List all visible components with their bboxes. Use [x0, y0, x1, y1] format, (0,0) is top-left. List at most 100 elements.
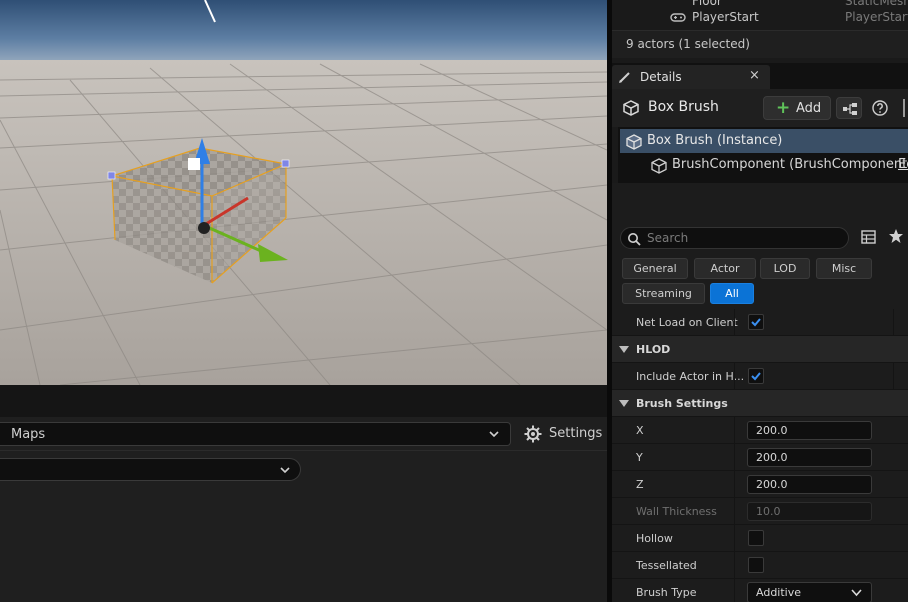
property-label: Include Actor in H...: [636, 370, 745, 383]
filter-misc[interactable]: Misc: [816, 258, 872, 279]
x-value-field[interactable]: 200.0: [747, 421, 872, 440]
outliner-row-name: Floor: [692, 0, 722, 8]
property-row-x: X 200.0: [612, 417, 908, 444]
details-body: General Actor LOD Misc Streaming All Net…: [612, 183, 908, 602]
filter-general[interactable]: General: [622, 258, 688, 279]
column-divider[interactable]: [734, 525, 735, 552]
property-row-tessellated: Tessellated: [612, 552, 908, 579]
component-tree: Box Brush (Instance) BrushComponent (Bru…: [618, 127, 908, 183]
outliner-row-type: StaticMesh: [845, 0, 908, 8]
property-label: Hollow: [636, 532, 673, 545]
hollow-checkbox[interactable]: [748, 530, 764, 546]
outliner-row-type: PlayerStart: [845, 10, 908, 24]
maps-dropdown[interactable]: Maps: [0, 422, 511, 446]
actor-count-text: 9 actors (1 selected): [626, 37, 750, 51]
viewport-bottom-bar: [0, 385, 607, 417]
column-divider: [893, 363, 894, 390]
chevron-down-icon: [851, 589, 862, 597]
more-options-icon[interactable]: [903, 99, 908, 117]
property-label: Net Load on Client: [636, 316, 738, 329]
property-label: Z: [636, 478, 644, 491]
add-component-button[interactable]: + Add: [763, 96, 831, 120]
property-row-brush-type: Brush Type Additive: [612, 579, 908, 602]
gear-icon: [524, 425, 542, 446]
property-row-y: Y 200.0: [612, 444, 908, 471]
star-icon[interactable]: [888, 228, 904, 247]
expand-arrow-icon: [619, 400, 629, 407]
tab-details-label: Details: [640, 70, 682, 84]
column-divider[interactable]: [734, 552, 735, 579]
help-icon[interactable]: [871, 99, 889, 120]
category-brush-settings[interactable]: Brush Settings: [612, 390, 908, 417]
property-label: Y: [636, 451, 643, 464]
property-row-net-load: Net Load on Client: [612, 309, 908, 336]
component-root-label: Box Brush (Instance): [647, 133, 783, 148]
divider: [0, 450, 607, 451]
property-label: Wall Thickness: [636, 505, 717, 518]
cube-icon: [623, 100, 639, 119]
property-label: X: [636, 424, 644, 437]
filter-lod[interactable]: LOD: [760, 258, 810, 279]
check-icon: [751, 318, 761, 327]
close-icon[interactable]: ×: [749, 68, 760, 83]
column-divider[interactable]: [734, 363, 735, 390]
outliner-row[interactable]: PlayerStart PlayerStart: [612, 9, 908, 27]
cube-icon: [626, 134, 642, 153]
cube-icon: [651, 158, 667, 177]
category-label: Brush Settings: [636, 397, 728, 410]
search-field[interactable]: [647, 230, 837, 246]
filter-all[interactable]: All: [710, 283, 754, 304]
settings-button[interactable]: Settings: [520, 422, 604, 446]
details-tabbar: Details ×: [612, 63, 908, 89]
filter-streaming[interactable]: Streaming: [622, 283, 705, 304]
column-divider[interactable]: [734, 498, 735, 525]
brush-type-value: Additive: [756, 586, 801, 599]
column-divider[interactable]: [734, 444, 735, 471]
column-divider[interactable]: [734, 309, 735, 336]
y-value-field[interactable]: 200.0: [747, 448, 872, 467]
search-input[interactable]: [620, 227, 849, 249]
right-panel: Floor StaticMesh PlayerStart PlayerStart…: [612, 0, 908, 602]
plus-icon: +: [776, 98, 791, 118]
edit-link[interactable]: Ec: [898, 157, 908, 172]
brush-type-dropdown[interactable]: Additive: [747, 582, 872, 602]
actor-title: Box Brush: [648, 99, 719, 115]
net-load-checkbox[interactable]: [748, 314, 764, 330]
content-panel: Maps Settings: [0, 417, 607, 602]
maps-dropdown-label: Maps: [11, 427, 46, 442]
table-view-icon[interactable]: [861, 230, 876, 247]
property-label: Tessellated: [636, 559, 697, 572]
z-value-field[interactable]: 200.0: [747, 475, 872, 494]
wall-thickness-field: 10.0: [747, 502, 872, 521]
column-divider[interactable]: [734, 471, 735, 498]
level-viewport[interactable]: [0, 0, 607, 385]
property-label: Brush Type: [636, 586, 697, 599]
add-label: Add: [796, 101, 822, 116]
pencil-icon: [618, 70, 632, 87]
category-label: HLOD: [636, 343, 671, 356]
column-divider[interactable]: [734, 579, 735, 602]
gamepad-icon: [670, 12, 686, 26]
filter-actor[interactable]: Actor: [694, 258, 756, 279]
details-header: Box Brush + Add: [612, 89, 908, 127]
hierarchy-icon: [843, 103, 857, 115]
tab-details[interactable]: Details ×: [612, 65, 770, 89]
property-row-include-actor: Include Actor in H...: [612, 363, 908, 390]
settings-label: Settings: [549, 426, 603, 441]
column-divider[interactable]: [734, 417, 735, 444]
viewport-scene[interactable]: [0, 0, 607, 385]
category-hlod[interactable]: HLOD: [612, 336, 908, 363]
property-row-wall-thickness: Wall Thickness 10.0: [612, 498, 908, 525]
check-icon: [751, 372, 761, 381]
chevron-down-icon: [488, 428, 500, 443]
blueprint-button[interactable]: [836, 97, 862, 119]
include-actor-checkbox[interactable]: [748, 368, 764, 384]
component-root-item[interactable]: Box Brush (Instance): [620, 129, 908, 153]
tessellated-checkbox[interactable]: [748, 557, 764, 573]
component-child-item[interactable]: BrushComponent (BrushComponent0) Ec: [620, 153, 908, 177]
actor-count-bar: 9 actors (1 selected): [612, 30, 908, 58]
filter-combo[interactable]: [0, 458, 301, 481]
outliner-row-name: PlayerStart: [692, 10, 759, 24]
property-row-hollow: Hollow: [612, 525, 908, 552]
search-icon: [627, 232, 641, 249]
